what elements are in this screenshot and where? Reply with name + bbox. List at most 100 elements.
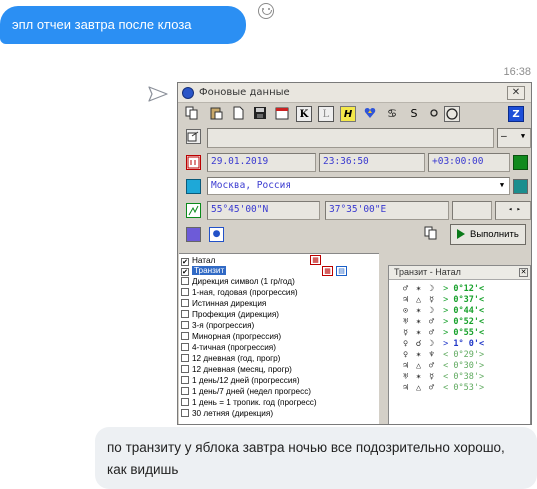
checkbox[interactable]: [181, 288, 189, 296]
place-value: Москва, Россия: [211, 180, 292, 191]
copy-data-icon[interactable]: [423, 226, 439, 242]
l-button[interactable]: L: [318, 106, 334, 122]
copy-icon[interactable]: [184, 106, 200, 122]
checkbox[interactable]: [181, 398, 189, 406]
small-circle-icon[interactable]: [426, 106, 442, 122]
list-item[interactable]: Истинная дирекция: [181, 299, 266, 309]
chart-type-select[interactable]: – ▼: [497, 128, 531, 148]
transit-row: ♅ ✶ ☿ < 0°38'>: [402, 372, 485, 382]
circle-toggle-button[interactable]: [444, 106, 460, 122]
heart-icon[interactable]: [362, 106, 378, 122]
checkbox[interactable]: [181, 409, 189, 417]
coordinates-icon[interactable]: [186, 203, 201, 218]
app-logo-icon: [182, 87, 194, 99]
natal-settings-icon[interactable]: ▦: [310, 255, 321, 265]
outgoing-message[interactable]: эпл отчеи завтра после клоза: [0, 6, 246, 44]
list-item[interactable]: 3-я (прогрессия): [181, 321, 254, 331]
spin-buttons[interactable]: ◂ ▸: [495, 201, 531, 220]
window-title: Фоновые данные: [199, 87, 290, 98]
execute-label: Выполнить: [470, 229, 519, 240]
globe-icon[interactable]: [513, 179, 528, 194]
transit-row: ♀ ✶ ♆ < 0°29'>: [402, 350, 485, 360]
list-item[interactable]: ✔ Натал: [181, 256, 215, 266]
list-item[interactable]: 12 дневная (месяц, прогр): [181, 365, 292, 375]
place-field[interactable]: Москва, Россия ▼: [207, 177, 510, 195]
checkbox[interactable]: [181, 321, 189, 329]
chat-view: эпл отчеи завтра после клоза 16:38 Фонов…: [0, 0, 537, 489]
chevron-down-icon: ▼: [520, 132, 526, 140]
checkbox[interactable]: [181, 277, 189, 285]
list-item[interactable]: ✔ Транзит: [181, 266, 227, 276]
list-item[interactable]: Профекция (дирекция): [181, 310, 279, 320]
chart-name-input[interactable]: [207, 128, 494, 148]
latitude-field[interactable]: 55°45'00"N: [207, 201, 320, 220]
checkbox[interactable]: [181, 332, 189, 340]
longitude-field[interactable]: 37°35'00"E: [325, 201, 449, 220]
outgoing-message-text: эпл отчеи завтра после клоза: [12, 17, 192, 32]
transit-row: ☿ ✶ ♂ > 0°55'<: [402, 328, 485, 338]
screenshot-image[interactable]: Фоновые данные ✕ K L H ♋ S Z – ▼ 29.01.2…: [177, 82, 532, 425]
transit-row: ♃ △ ♂ < 0°53'>: [402, 383, 485, 393]
new-file-icon[interactable]: [230, 106, 246, 122]
calendar-icon[interactable]: [274, 106, 290, 122]
date-calendar-icon[interactable]: [186, 155, 201, 170]
checkbox[interactable]: ✔: [181, 268, 189, 276]
message-timestamp: 16:38: [503, 66, 531, 78]
list-item[interactable]: Дирекция символ (1 гр/год): [181, 277, 295, 287]
paste-icon[interactable]: [208, 106, 224, 122]
panel-close-button[interactable]: ✕: [519, 268, 528, 277]
transit-row: ⊙ ✶ ☽ > 0°44'<: [402, 306, 485, 316]
transit-row: ♃ △ ♂ < 0°30'>: [402, 361, 485, 371]
map-icon[interactable]: [186, 179, 201, 194]
open-file-icon[interactable]: [186, 129, 201, 144]
execute-button[interactable]: Выполнить: [450, 224, 526, 245]
transit-settings-icon[interactable]: ▦: [322, 266, 333, 276]
color-indicator[interactable]: [513, 155, 528, 170]
transit-row: ♅ ✶ ♂ > 0°52'<: [402, 317, 485, 327]
extra-field[interactable]: [452, 201, 492, 220]
method-list: ✔ Натал ▦ ✔ Транзит ▦ ▤ Дирекция символ (1…: [179, 253, 379, 424]
close-button[interactable]: ✕: [507, 86, 525, 100]
list-item[interactable]: 1 день/12 дней (прогрессия): [181, 376, 300, 386]
play-icon: [457, 229, 465, 239]
list-item[interactable]: 30 летняя (дирекция): [181, 409, 273, 419]
strike-symbol-icon[interactable]: S: [406, 106, 422, 122]
transit-natal-panel: Транзит - Натал ✕ ♂ ✶ ☽ > 0°12'< ♃ △ ☿ > 0°3…: [388, 265, 531, 424]
h-button[interactable]: H: [340, 106, 356, 122]
list-item[interactable]: 1 день = 1 тропик. год (прогресс): [181, 398, 317, 408]
date-field[interactable]: 29.01.2019: [207, 153, 316, 172]
checkbox[interactable]: [181, 387, 189, 395]
checkbox[interactable]: [181, 343, 189, 351]
incoming-message-text: по транзиту у яблока завтра ночью все по…: [107, 440, 505, 477]
transit-row: ♀ ☌ ☽ > 1° 0'<: [402, 339, 485, 349]
list-item[interactable]: 12 дневная (год, прогр): [181, 354, 280, 364]
checkbox[interactable]: ✔: [181, 258, 189, 266]
checkbox[interactable]: [181, 310, 189, 318]
incoming-message[interactable]: по транзиту у яблока завтра ночью все по…: [95, 427, 537, 489]
save-icon[interactable]: [252, 106, 268, 122]
transit-row: ♂ ✶ ☽ > 0°12'<: [402, 284, 485, 294]
list-item[interactable]: 1-ная, годовая (прогрессия): [181, 288, 298, 298]
transit-chart-icon[interactable]: ▤: [336, 266, 347, 276]
select-value: –: [501, 131, 507, 142]
list-item[interactable]: Минорная (прогрессия): [181, 332, 281, 342]
list-item[interactable]: 1 день/7 дней (недел прогресс): [181, 387, 311, 397]
toolbar: K L H ♋ S Z: [182, 105, 528, 125]
checkbox[interactable]: [181, 354, 189, 362]
chevron-down-icon: ▼: [499, 181, 505, 189]
window-titlebar: Фоновые данные ✕: [178, 83, 531, 103]
z-button[interactable]: Z: [508, 106, 524, 122]
k-button[interactable]: K: [296, 106, 312, 122]
chart-wheel-icon[interactable]: [186, 227, 201, 242]
timezone-field[interactable]: +03:00:00: [428, 153, 510, 172]
time-field[interactable]: 23:36:50: [319, 153, 425, 172]
dot-toggle-icon[interactable]: ●: [209, 227, 224, 242]
list-item[interactable]: 4-тичная (прогрессия): [181, 343, 276, 353]
forward-icon[interactable]: [148, 86, 168, 102]
checkbox[interactable]: [181, 365, 189, 373]
emoji-reaction-icon[interactable]: [258, 3, 274, 19]
transit-row: ♃ △ ☿ > 0°37'<: [402, 295, 485, 305]
checkbox[interactable]: [181, 299, 189, 307]
aspect-symbol-icon[interactable]: ♋: [384, 106, 400, 122]
checkbox[interactable]: [181, 376, 189, 384]
